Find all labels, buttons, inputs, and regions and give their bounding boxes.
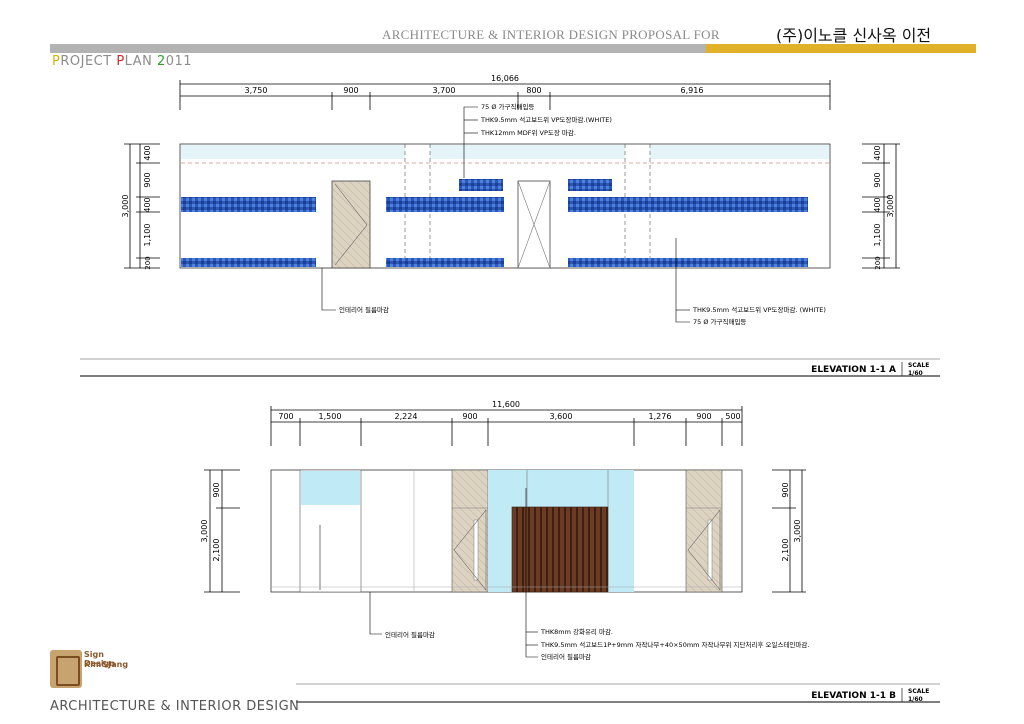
elevation-a-label: ELEVATION 1-1 A	[811, 365, 896, 375]
right-total-b: 3,000	[793, 520, 802, 543]
right-dim-b-2: 2,100	[781, 539, 790, 562]
dim-b-3: 2,224	[395, 412, 418, 421]
tile-band-a-2	[386, 197, 504, 212]
tile-frames-a-2	[568, 179, 612, 191]
left-total-a: 3,000	[121, 195, 130, 218]
right-dim-a-5: 200	[874, 256, 882, 269]
wood-slat-wall-b	[511, 506, 609, 593]
note-a-top-1: 75 Ø 가구직매입등	[481, 102, 534, 111]
dim-b-4: 900	[462, 412, 477, 421]
dim-a-4: 800	[526, 86, 541, 95]
dim-a-3: 3,700	[433, 86, 456, 95]
dim-a-1: 3,750	[245, 86, 268, 95]
drawing-canvas: 16,066 3,750 900 3,700 800 6,916 3,000 4…	[80, 74, 940, 703]
note-b-right-2: THK9.5mm 석고보드1P+9mm 자작나무+40×50mm 자작나무위 지…	[540, 640, 809, 649]
left-dim-a-3: 400	[143, 197, 152, 212]
wood-door-b-2	[685, 469, 723, 593]
left-dim-b-1: 900	[212, 482, 221, 497]
scale-value-b: 1/60	[908, 696, 923, 703]
wood-door-b-1	[451, 469, 489, 593]
company-logo: Sign Design Kim&Jang	[50, 650, 130, 694]
elevation-b-label: ELEVATION 1-1 B	[811, 691, 896, 701]
tile-band-a-1	[181, 197, 316, 212]
right-dim-a-3: 400	[873, 197, 882, 212]
note-a-right-2: 75 Ø 가구직매입등	[693, 317, 746, 326]
dim-b-5: 3,600	[550, 412, 573, 421]
left-dim-b-2: 2,100	[212, 539, 221, 562]
dim-b-8: 500	[725, 412, 740, 421]
logo-mark-icon	[50, 650, 82, 688]
dim-total-b: 11,600	[492, 400, 520, 409]
dim-a-5: 6,916	[681, 86, 704, 95]
note-a-top-3: THK12mm MDF위 VP도장 마감.	[480, 128, 576, 137]
note-b-right-1: THK8mm 강화유리 마감.	[540, 627, 613, 636]
note-a-left: 인테리어 필름마감	[339, 305, 389, 314]
baseboard-tile-a-1	[181, 258, 316, 267]
note-a-right-1: THK9.5mm 석고보드위 VP도장마감. (WHITE)	[692, 305, 826, 314]
scale-label-b: SCALE	[908, 688, 929, 695]
soffit-a-1	[181, 145, 405, 159]
door-a-1	[331, 180, 371, 269]
soffit-a-3	[650, 145, 829, 159]
left-dim-a-2: 900	[143, 172, 152, 187]
dim-b-7: 900	[696, 412, 711, 421]
note-a-top-2: THK9.5mm 석고보드위 VP도장마감.(WHITE)	[480, 115, 612, 124]
right-dim-b-1: 900	[781, 482, 790, 497]
elevation-b: 11,600 700 1,500 2,224 900 3,600 1,276 9…	[200, 400, 940, 703]
footer-text: ARCHITECTURE & INTERIOR DESIGN	[50, 699, 300, 714]
dim-b-1: 700	[278, 412, 293, 421]
left-total-b: 3,000	[200, 520, 209, 543]
scale-value-a: 1/60	[908, 370, 923, 377]
dim-total-a: 16,066	[491, 74, 519, 83]
right-dim-a-1: 400	[873, 145, 882, 160]
right-dim-a-4: 1,100	[873, 224, 882, 247]
baseboard-tile-a-2	[386, 258, 504, 267]
left-dim-a-5: 200	[144, 256, 152, 269]
elevation-a: 16,066 3,750 900 3,700 800 6,916 3,000 4…	[80, 74, 940, 377]
right-total-a: 3,000	[886, 195, 895, 218]
dim-a-2: 900	[343, 86, 358, 95]
tile-frames-a-1	[459, 179, 503, 191]
logo-line-2: Kim&Jang	[84, 660, 129, 669]
baseboard-tile-a-3	[568, 258, 808, 267]
left-dim-a-4: 1,100	[143, 224, 152, 247]
dim-b-2: 1,500	[319, 412, 342, 421]
tile-band-a-3	[568, 197, 808, 212]
soffit-a-2	[430, 145, 625, 159]
note-b-right-3: 인테리어 필름마감	[541, 652, 591, 661]
left-dim-a-1: 400	[143, 145, 152, 160]
note-b-left: 인테리어 필름마감	[385, 630, 435, 639]
dim-b-6: 1,276	[649, 412, 672, 421]
scale-label-a: SCALE	[908, 362, 929, 369]
right-dim-a-2: 900	[873, 172, 882, 187]
